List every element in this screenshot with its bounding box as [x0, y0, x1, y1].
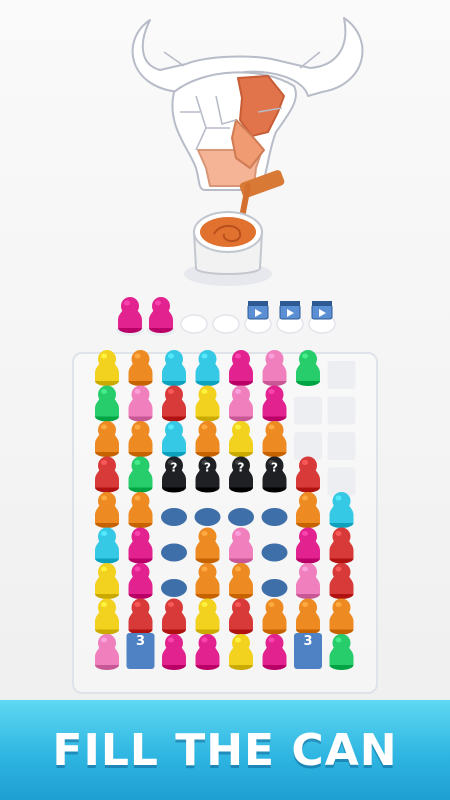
game-board: 3??? ? 3 — [95, 297, 356, 670]
pawn-orange[interactable] — [95, 492, 119, 528]
board-slot — [194, 508, 221, 526]
pawn-orange[interactable] — [262, 421, 287, 457]
board-slot — [161, 543, 187, 562]
empty-cell — [327, 396, 356, 425]
pawn-magenta[interactable] — [128, 527, 153, 564]
pawn-cyan[interactable] — [95, 527, 119, 564]
question-mark: ? — [204, 461, 211, 475]
pawn-red[interactable] — [128, 598, 153, 635]
pawn-red[interactable] — [329, 527, 354, 564]
pawn-pink[interactable] — [95, 634, 119, 670]
pawn-magenta[interactable] — [262, 385, 287, 422]
pawn-pink[interactable] — [128, 385, 153, 422]
pawn-magenta[interactable] — [296, 527, 320, 564]
board-slot — [161, 508, 187, 526]
queue-pawn[interactable] — [118, 297, 142, 333]
pawn-yellow[interactable] — [195, 598, 220, 635]
pawn-orange[interactable] — [195, 421, 220, 457]
pawn-cyan[interactable] — [162, 421, 186, 457]
pawn-orange[interactable] — [128, 350, 153, 386]
pawn-red[interactable] — [95, 456, 119, 493]
ad-slot-video-icon[interactable] — [244, 301, 272, 334]
hidden-pawn[interactable]: ? — [262, 456, 287, 493]
pawn-orange[interactable] — [296, 492, 320, 528]
badge-count: 3 — [303, 634, 312, 649]
empty-queue-slot[interactable] — [180, 314, 208, 334]
pawn-magenta[interactable] — [262, 634, 287, 670]
pawn-red[interactable] — [296, 456, 320, 493]
pawn-magenta[interactable] — [195, 634, 220, 670]
pawn-yellow[interactable] — [95, 598, 119, 635]
locked-stack-badge[interactable]: 3 — [126, 633, 155, 669]
pawn-orange[interactable] — [128, 492, 153, 528]
pawn-cyan[interactable] — [195, 350, 220, 386]
empty-cell — [327, 361, 356, 389]
board-slot — [261, 508, 288, 526]
board-slot — [161, 579, 187, 597]
pawn-red[interactable] — [162, 598, 186, 635]
pawn-orange[interactable] — [229, 563, 253, 599]
empty-cell — [294, 396, 322, 425]
pawn-orange[interactable] — [195, 527, 220, 564]
empty-queue-slot[interactable] — [212, 314, 240, 334]
pawn-green[interactable] — [296, 350, 320, 386]
question-mark: ? — [271, 461, 278, 475]
pawn-green[interactable] — [128, 456, 153, 493]
banner-title: FILL THE CAN — [52, 724, 398, 776]
empty-cell — [294, 432, 322, 460]
pawn-yellow[interactable] — [95, 350, 119, 386]
hidden-pawn[interactable]: ? — [195, 456, 220, 493]
pawn-orange[interactable] — [195, 563, 220, 599]
pawn-orange[interactable] — [329, 598, 354, 635]
pawn-green[interactable] — [329, 634, 354, 670]
empty-cell — [327, 467, 356, 496]
hidden-pawn[interactable]: ? — [162, 456, 186, 493]
pawn-red[interactable] — [329, 563, 354, 599]
board-slot — [261, 543, 288, 562]
pawn-magenta[interactable] — [162, 634, 186, 670]
pawn-yellow[interactable] — [229, 421, 253, 457]
pawn-magenta[interactable] — [128, 563, 153, 599]
ad-slot-video-icon[interactable] — [276, 301, 304, 334]
board-slot — [261, 579, 288, 597]
empty-cell — [327, 432, 356, 460]
hidden-pawn[interactable]: ? — [229, 456, 253, 493]
queue-pawn[interactable] — [149, 297, 173, 333]
pawn-cyan[interactable] — [329, 492, 354, 528]
pawn-pink[interactable] — [296, 563, 320, 599]
pawn-cyan[interactable] — [162, 350, 186, 386]
pawn-yellow[interactable] — [195, 385, 220, 422]
pawn-yellow[interactable] — [95, 563, 119, 599]
board-slot — [228, 508, 254, 526]
badge-count: 3 — [136, 634, 145, 649]
pawn-pink[interactable] — [229, 385, 253, 422]
pawn-yellow[interactable] — [229, 634, 253, 670]
question-mark: ? — [238, 461, 245, 475]
pawn-green[interactable] — [95, 385, 119, 422]
pawn-red[interactable] — [162, 385, 186, 422]
pawn-pink[interactable] — [229, 527, 253, 564]
ad-slot-video-icon[interactable] — [308, 301, 336, 334]
pawn-red[interactable] — [229, 598, 253, 635]
pawn-pink[interactable] — [262, 350, 287, 386]
pawn-orange[interactable] — [262, 598, 287, 635]
bottom-banner: FILL THE CAN — [0, 700, 450, 800]
pawn-orange[interactable] — [128, 421, 153, 457]
locked-stack-badge[interactable]: 3 — [294, 633, 322, 669]
pawn-orange[interactable] — [296, 598, 320, 635]
pawn-magenta[interactable] — [229, 350, 253, 386]
question-mark: ? — [171, 461, 178, 475]
pawn-orange[interactable] — [95, 421, 119, 457]
